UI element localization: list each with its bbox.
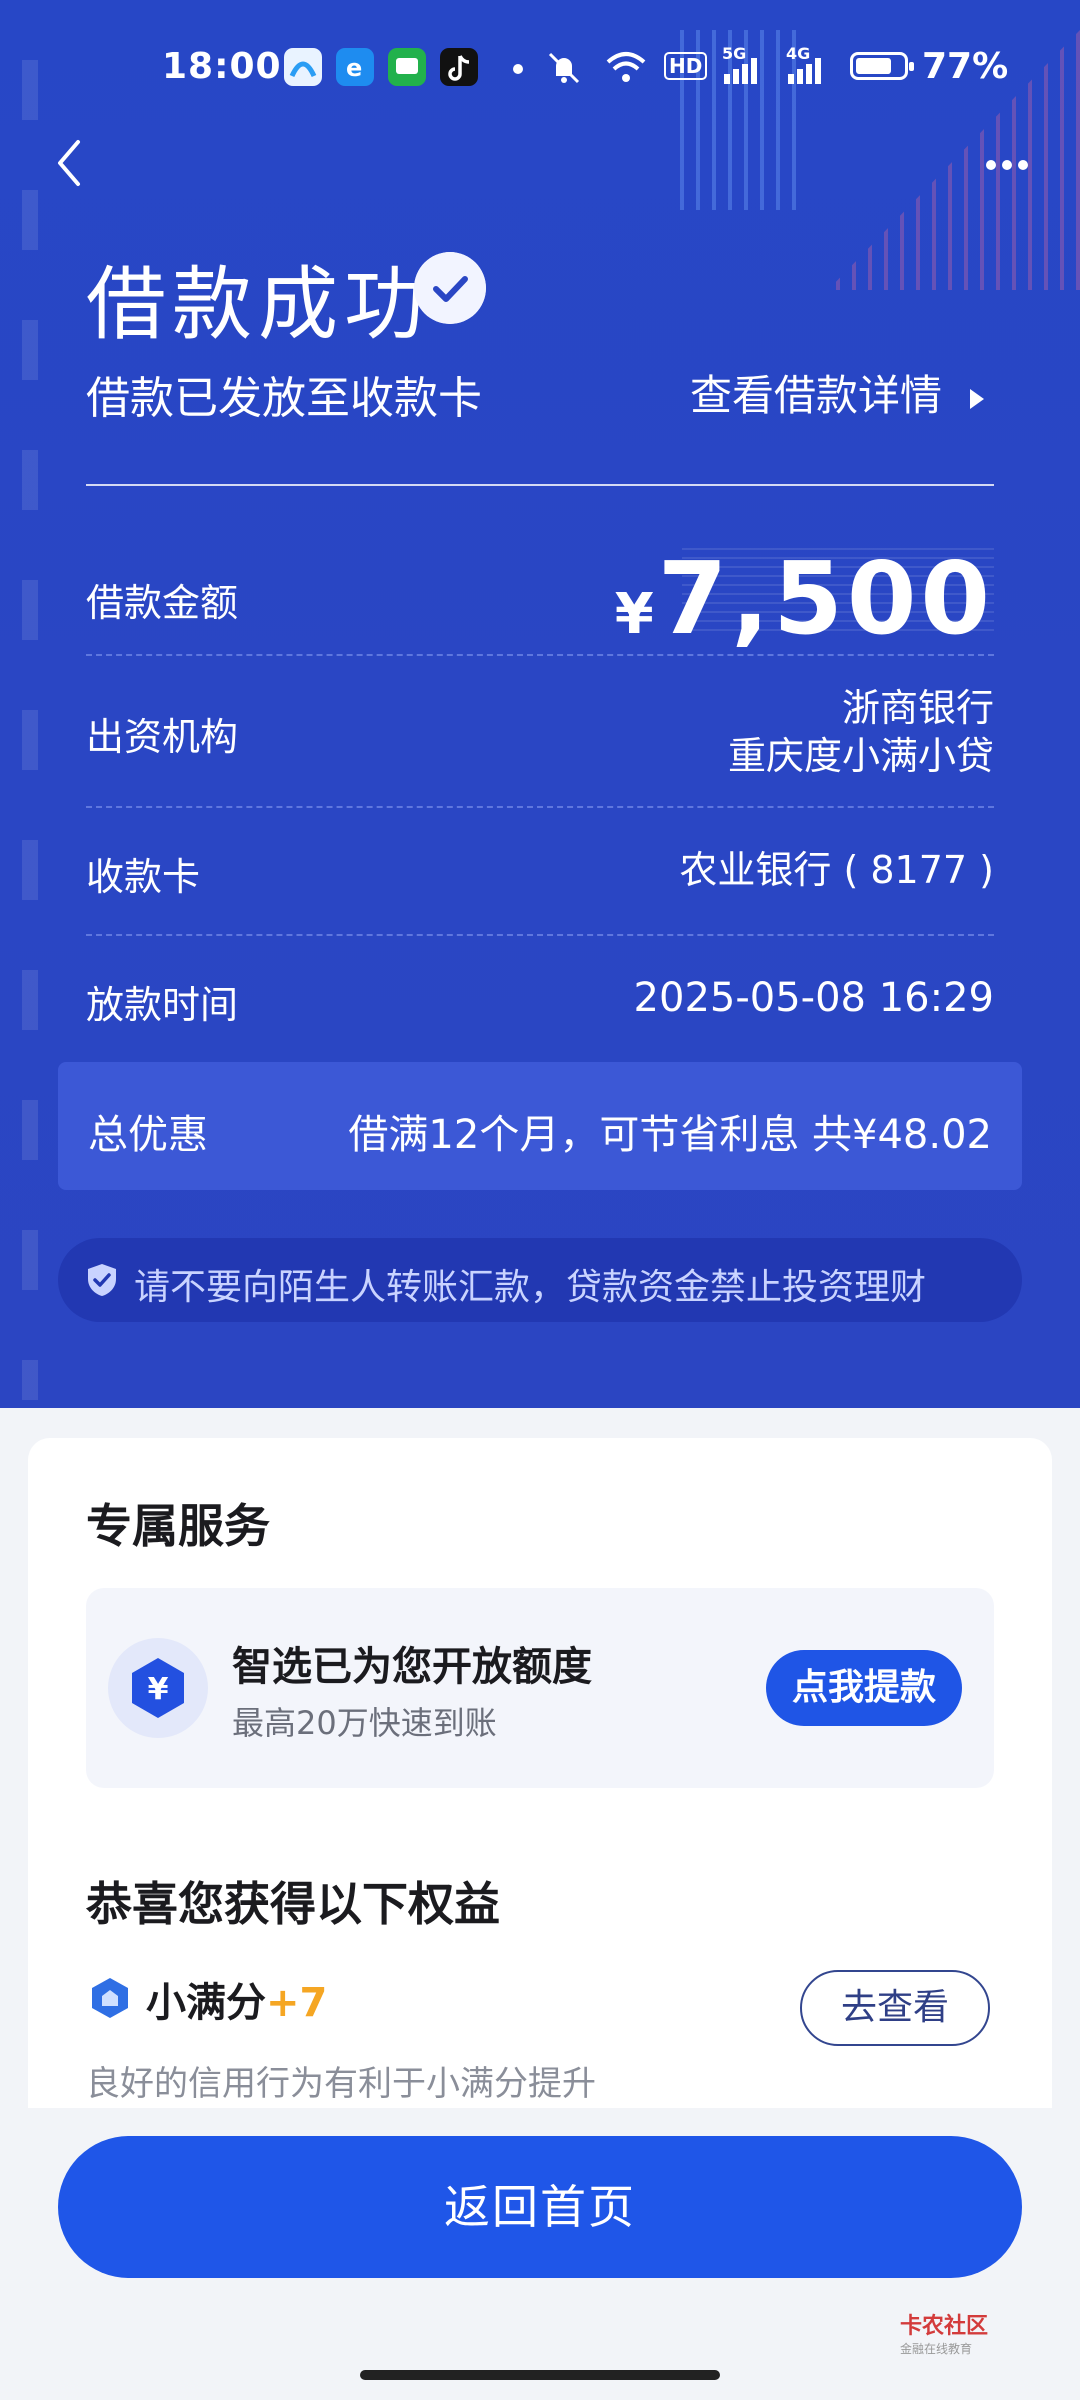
total-discount-label: 总优惠 — [88, 1112, 208, 1158]
lender-label: 出资机构 — [86, 715, 239, 759]
wifi-icon — [606, 52, 646, 82]
status-bar: 18:00 e HD 5G 4G 77% — [0, 38, 1080, 98]
fraud-warning-banner: 请不要向陌生人转账汇款，贷款资金禁止投资理财 — [58, 1238, 1022, 1322]
tiktok-app-icon — [440, 48, 478, 86]
lender-line-1: 浙商银行 — [841, 686, 994, 730]
triangle-right-icon — [970, 388, 985, 409]
credit-offer-item[interactable]: ¥ 智选已为您开放额度 最高20万快速到账 点我提款 — [86, 1588, 994, 1788]
battery-fill — [856, 58, 891, 74]
loan-amount: ¥7,500 — [615, 540, 994, 657]
loan-amount-label: 借款金额 — [86, 581, 239, 625]
services-card: 专属服务 ¥ 智选已为您开放额度 最高20万快速到账 点我提款 恭喜您获得以下权… — [28, 1438, 1052, 2138]
messages-app-icon — [388, 48, 426, 86]
side-watermark-strip — [22, 60, 38, 1400]
page-title: 借款成功 — [86, 258, 430, 351]
browser-app-icon: e — [336, 48, 374, 86]
shield-check-icon — [88, 1264, 116, 1296]
lender-value: 浙商银行 重庆度小满小贷 — [728, 684, 994, 780]
credit-offer-title: 智选已为您开放额度 — [232, 1644, 592, 1690]
watermark-subtext: 金融在线教育 — [900, 2342, 973, 2356]
view-loan-details-label: 查看借款详情 — [690, 371, 943, 420]
credit-score-points: +7 — [266, 1980, 328, 2026]
signal-5g-icon — [724, 58, 757, 84]
row-divider — [86, 654, 994, 656]
row-divider — [86, 806, 994, 808]
credit-score-name: 小满分+7 — [146, 1970, 327, 2028]
total-discount-value: 借满12个月，可节省利息 共¥48.02 — [348, 1112, 992, 1158]
status-time: 18:00 — [162, 46, 282, 87]
header-divider — [86, 484, 994, 486]
total-discount-box: 总优惠 借满12个月，可节省利息 共¥48.02 — [58, 1062, 1022, 1190]
watermark-text: 卡农社区 — [900, 2314, 989, 2339]
disbursement-time-value: 2025-05-08 16:29 — [633, 975, 994, 1021]
home-indicator[interactable] — [360, 2370, 720, 2380]
yuan-hexagon-icon: ¥ — [108, 1638, 208, 1738]
mute-icon — [548, 52, 580, 84]
fraud-warning-text: 请不要向陌生人转账汇款，贷款资金禁止投资理财 — [134, 1267, 927, 1308]
row-divider — [86, 934, 994, 936]
exclusive-services-title: 专属服务 — [86, 1499, 270, 1553]
view-benefit-button[interactable]: 去查看 — [800, 1970, 990, 2046]
svg-text:¥: ¥ — [148, 1672, 169, 1707]
lender-line-2: 重庆度小满小贷 — [727, 734, 994, 778]
return-home-button[interactable]: 返回首页 — [58, 2136, 1022, 2278]
credit-score-label: 小满分 — [146, 1980, 266, 2026]
credit-score-description: 良好的信用行为有利于小满分提升 — [86, 2064, 596, 2104]
credit-offer-subtitle: 最高20万快速到账 — [232, 1704, 497, 1742]
battery-icon — [850, 52, 914, 80]
receiving-card-label: 收款卡 — [86, 855, 201, 899]
back-arrow-icon[interactable] — [52, 138, 86, 188]
signal-4g-icon — [788, 58, 821, 84]
more-options-icon[interactable] — [986, 155, 1034, 170]
loan-amount-value: 7,500 — [657, 540, 994, 657]
receiving-card-value: 农业银行 ( 8177 ) — [679, 848, 994, 892]
svg-text:e: e — [346, 54, 362, 82]
hd-badge-icon: HD — [664, 52, 708, 80]
benefits-title: 恭喜您获得以下权益 — [86, 1877, 500, 1931]
notification-dot — [513, 64, 523, 74]
view-loan-details-link[interactable]: 查看借款详情 — [690, 362, 985, 423]
success-check-icon — [414, 252, 486, 324]
withdraw-button[interactable]: 点我提款 — [766, 1650, 962, 1726]
currency-symbol: ¥ — [614, 582, 654, 647]
disbursed-subtitle: 借款已发放至收款卡 — [86, 373, 482, 424]
hero-panel: 18:00 e HD 5G 4G 77% 借款成功 借款已发放至收款卡 查看借款… — [0, 0, 1080, 1408]
disbursement-time-label: 放款时间 — [86, 983, 239, 1027]
maps-app-icon — [284, 48, 322, 86]
site-watermark: 卡农社区 金融在线教育 — [900, 2308, 988, 2357]
credit-score-icon — [92, 1978, 128, 2018]
battery-percent: 77% — [922, 46, 1009, 87]
